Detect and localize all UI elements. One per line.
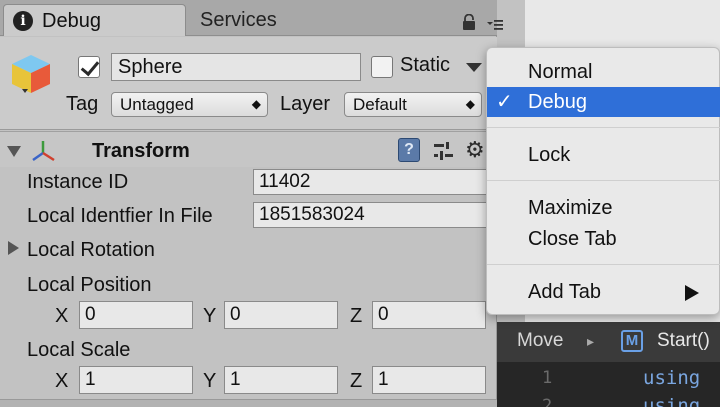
menu-item-lock[interactable]: Lock — [487, 140, 720, 170]
tab-services[interactable]: Services — [200, 4, 320, 36]
breadcrumb-class[interactable]: Move — [517, 330, 563, 352]
local-position-label: Local Position — [27, 274, 152, 296]
transform-axes-icon — [32, 141, 55, 162]
local-rotation-label[interactable]: Local Rotation — [27, 239, 155, 262]
tag-value: Untagged — [120, 95, 194, 114]
code-line[interactable]: using — [643, 367, 700, 389]
menu-item-label: Maximize — [528, 197, 613, 219]
gameobject-cube-icon[interactable] — [8, 51, 54, 97]
menu-item-maximize[interactable]: Maximize — [487, 193, 720, 223]
static-checkbox[interactable] — [371, 56, 393, 78]
method-icon: M — [621, 330, 643, 352]
breadcrumb-separator-icon: ▸ — [587, 333, 595, 349]
editor-navigation-bar: Move ▸ M Start() — [497, 322, 720, 362]
tag-dropdown[interactable]: Untagged ◆ — [111, 92, 268, 117]
menu-item-add-tab[interactable]: Add Tab — [487, 277, 720, 307]
scale-z-label[interactable]: Z — [350, 370, 362, 393]
scale-z-field[interactable]: 1 — [372, 366, 486, 394]
instance-id-field[interactable]: 11402 — [253, 169, 497, 195]
position-x-label[interactable]: X — [55, 305, 68, 328]
updown-icon: ◆ — [465, 97, 475, 111]
tab-menu-icon[interactable] — [487, 18, 503, 32]
breadcrumb-method[interactable]: Start() — [657, 330, 710, 352]
line-number: 1 — [542, 368, 553, 388]
updown-icon: ◆ — [251, 97, 261, 111]
tab-debug[interactable]: i Debug — [3, 4, 186, 36]
position-y-label[interactable]: Y — [203, 305, 216, 328]
local-identifier-label: Local Identfier In File — [27, 205, 213, 227]
checkmark-icon: ✓ — [496, 91, 513, 113]
foldout-expanded-icon[interactable] — [7, 146, 21, 157]
menu-item-label: Add Tab — [528, 281, 602, 303]
active-checkbox[interactable] — [78, 56, 100, 78]
menu-item-label: Debug — [528, 91, 587, 113]
inspector-panel: i Debug Services Sphere Static Tag Untag — [0, 0, 503, 407]
name-field[interactable]: Sphere — [111, 53, 361, 81]
menu-item-label: Normal — [528, 61, 593, 83]
code-line[interactable]: using — [643, 395, 700, 407]
scale-y-label[interactable]: Y — [203, 370, 216, 393]
submenu-arrow-icon — [685, 285, 699, 301]
menu-item-label: Lock — [528, 144, 571, 166]
transform-component-header[interactable]: Transform ? ⚙ — [0, 131, 497, 167]
help-book-icon[interactable]: ? — [398, 138, 420, 162]
foldout-collapsed-icon[interactable] — [8, 241, 19, 255]
code-editor[interactable]: 1 using 2 using — [497, 362, 720, 407]
menu-separator — [487, 180, 720, 181]
presets-icon[interactable] — [432, 140, 454, 162]
lock-icon[interactable] — [462, 14, 476, 30]
static-label: Static — [400, 54, 451, 76]
panel-footer — [0, 399, 497, 407]
position-z-field[interactable]: 0 — [372, 301, 486, 329]
menu-item-debug[interactable]: ✓ Debug — [487, 87, 720, 117]
gameobject-header: Sphere Static Tag Untagged ◆ Layer Defau… — [0, 37, 497, 130]
layer-dropdown[interactable]: Default ◆ — [344, 92, 482, 117]
tab-bar: i Debug Services — [0, 0, 503, 36]
layer-value: Default — [353, 95, 407, 114]
scale-x-label[interactable]: X — [55, 370, 68, 393]
layer-label: Layer — [280, 93, 331, 115]
local-identifier-field[interactable]: 1851583024 — [253, 202, 497, 228]
position-y-field[interactable]: 0 — [224, 301, 338, 329]
line-number: 2 — [542, 396, 553, 407]
local-scale-label: Local Scale — [27, 339, 131, 361]
menu-item-close-tab[interactable]: Close Tab — [487, 224, 720, 254]
gear-icon[interactable]: ⚙ — [465, 137, 485, 163]
position-z-label[interactable]: Z — [350, 305, 362, 328]
scale-y-field[interactable]: 1 — [224, 366, 338, 394]
menu-separator — [487, 127, 720, 128]
component-title: Transform — [92, 140, 190, 162]
menu-separator — [487, 264, 720, 265]
tab-debug-label: Debug — [42, 10, 101, 32]
info-icon: i — [13, 11, 33, 31]
tag-label: Tag — [66, 93, 99, 115]
menu-item-label: Close Tab — [528, 228, 617, 250]
scale-x-field[interactable]: 1 — [79, 366, 193, 394]
inspector-context-menu: Normal ✓ Debug Lock Maximize Close Tab A… — [486, 47, 720, 315]
instance-id-label: Instance ID — [27, 171, 129, 193]
menu-item-normal[interactable]: Normal — [487, 57, 720, 87]
static-dropdown-arrow-icon[interactable] — [466, 63, 482, 72]
position-x-field[interactable]: 0 — [79, 301, 193, 329]
